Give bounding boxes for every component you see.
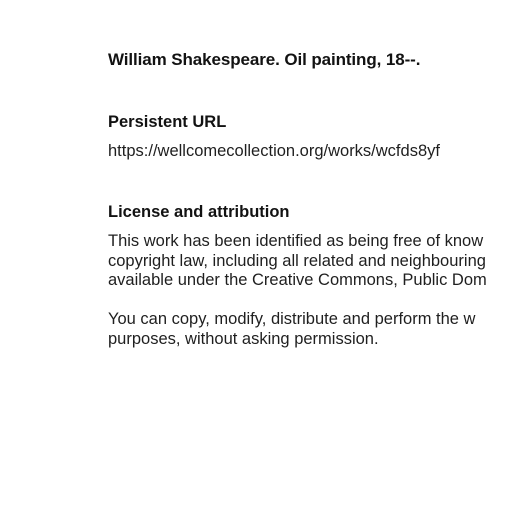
usage-paragraph-line: You can copy, modify, distribute and per…: [108, 310, 476, 328]
license-paragraph-line: This work has been identified as being f…: [108, 232, 484, 250]
usage-paragraph-line: purposes, without asking permission.: [108, 329, 379, 348]
license-paragraph-line: copyright law, including all related and…: [108, 251, 486, 270]
persistent-url-text[interactable]: https://wellcomecollection.org/works/wcf…: [108, 142, 440, 161]
persistent-url-heading: Persistent URL: [108, 113, 227, 131]
license-paragraph: This work has been identified as being f…: [108, 232, 487, 291]
license-paragraph-line: available under the Creative Commons, Pu…: [108, 271, 487, 289]
work-title: William Shakespeare. Oil painting, 18--.: [108, 50, 421, 69]
document-page: William Shakespeare. Oil painting, 18--.…: [0, 0, 512, 512]
license-heading: License and attribution: [108, 203, 290, 221]
usage-paragraph: You can copy, modify, distribute and per…: [108, 310, 475, 349]
